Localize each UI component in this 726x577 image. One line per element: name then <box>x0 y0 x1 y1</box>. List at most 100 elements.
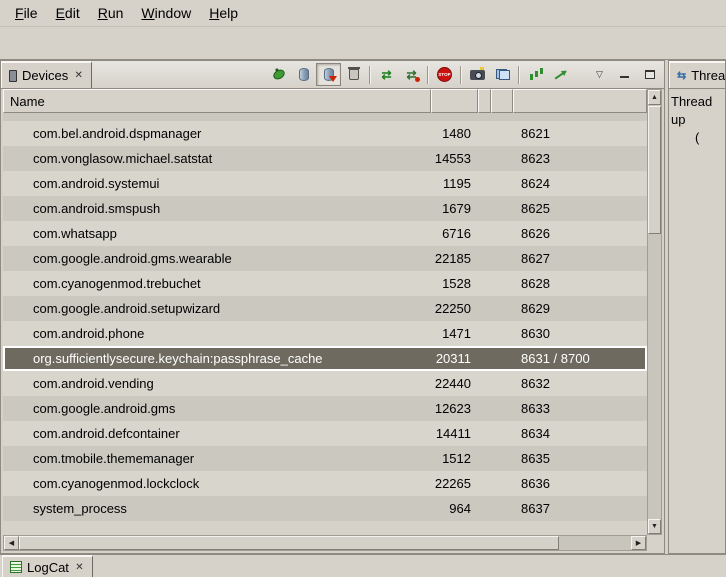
close-icon[interactable] <box>74 562 85 573</box>
pid-cell: 14411 <box>431 426 478 441</box>
table-row[interactable]: com.google.android.setupwizard222508629 <box>3 296 647 321</box>
bottom-bar: LogCat <box>0 554 726 577</box>
partial-row <box>3 113 647 121</box>
tab-devices[interactable]: Devices <box>1 61 92 88</box>
stop-process-icon[interactable]: STOP <box>432 63 457 86</box>
vertical-scroll-thumb[interactable] <box>648 106 661 234</box>
table-row[interactable]: com.android.vending224408632 <box>3 371 647 396</box>
port-cell: 8635 <box>513 451 647 466</box>
update-heap-icon[interactable] <box>291 63 316 86</box>
pid-cell: 20311 <box>431 351 478 366</box>
tab-logcat[interactable]: LogCat <box>2 555 93 577</box>
tab-logcat-label: LogCat <box>27 560 69 575</box>
table-row[interactable]: com.tmobile.thememanager15128635 <box>3 446 647 471</box>
menu-run[interactable]: Run <box>89 2 133 24</box>
pid-cell: 1195 <box>431 176 478 191</box>
table-row[interactable]: com.bel.android.dspmanager14808621 <box>3 121 647 146</box>
camera-icon <box>470 70 485 80</box>
device-icon <box>9 70 17 82</box>
scroll-up-icon[interactable] <box>648 90 661 105</box>
column-header-pid[interactable] <box>431 89 478 113</box>
scroll-right-icon[interactable] <box>631 536 646 550</box>
process-name-cell: com.android.smspush <box>3 201 431 216</box>
toolbar-separator <box>518 66 520 84</box>
port-cell: 8623 <box>513 151 647 166</box>
process-name-cell: com.android.defcontainer <box>3 426 431 441</box>
method-profiling-icon[interactable] <box>399 63 424 86</box>
trend-line-icon <box>555 70 567 79</box>
port-cell: 8628 <box>513 276 647 291</box>
port-cell: 8624 <box>513 176 647 191</box>
column-header-3[interactable] <box>478 89 491 113</box>
process-name-cell: com.android.systemui <box>3 176 431 191</box>
table-header: Name <box>3 89 647 113</box>
screen-capture-icon[interactable] <box>465 63 490 86</box>
dual-screen-icon[interactable] <box>490 63 515 86</box>
table-row[interactable]: com.android.phone14718630 <box>3 321 647 346</box>
column-header-name[interactable]: Name <box>3 89 431 113</box>
system-info-icon[interactable] <box>523 63 548 86</box>
chevron-down-icon <box>596 69 603 80</box>
menu-window[interactable]: Window <box>132 2 200 24</box>
tab-threads-label: Threa <box>691 68 725 83</box>
threads-message-line2: ( <box>671 129 723 147</box>
scroll-left-icon[interactable] <box>4 536 19 550</box>
displays-icon <box>496 69 510 80</box>
table-row[interactable]: com.android.smspush16798625 <box>3 196 647 221</box>
threads-icon <box>677 69 686 82</box>
table-body: com.bel.android.dspmanager14808621com.vo… <box>3 113 647 521</box>
network-stats-icon[interactable] <box>548 63 573 86</box>
profiling-arrows-icon <box>406 69 416 81</box>
menu-file[interactable]: File <box>6 2 47 24</box>
process-name-cell: com.google.android.setupwizard <box>3 301 431 316</box>
pid-cell: 22185 <box>431 251 478 266</box>
pid-cell: 1480 <box>431 126 478 141</box>
pid-cell: 1528 <box>431 276 478 291</box>
close-icon[interactable] <box>73 70 84 81</box>
horizontal-scrollbar[interactable] <box>3 535 647 551</box>
devices-panel: Devices STOP <box>0 60 665 554</box>
vertical-scrollbar[interactable] <box>647 89 662 535</box>
table-row[interactable]: com.cyanogenmod.trebuchet15288628 <box>3 271 647 296</box>
column-header-port[interactable] <box>513 89 647 113</box>
table-row[interactable]: com.vonglasow.michael.satstat145538623 <box>3 146 647 171</box>
update-threads-icon[interactable] <box>374 63 399 86</box>
table-row[interactable]: com.android.systemui1195 8624 <box>3 171 647 196</box>
port-cell: 8629 <box>513 301 647 316</box>
view-menu-icon[interactable] <box>587 63 612 86</box>
process-name-cell: com.whatsapp <box>3 226 431 241</box>
devices-toolbar: STOP <box>266 61 662 88</box>
table-row[interactable]: com.google.android.gms126238633 <box>3 396 647 421</box>
pid-cell: 1512 <box>431 451 478 466</box>
process-name-cell: com.bel.android.dspmanager <box>3 126 431 141</box>
debug-process-icon[interactable] <box>266 63 291 86</box>
tab-devices-label: Devices <box>22 68 68 83</box>
table-row[interactable]: com.google.android.gms.wearable221858627 <box>3 246 647 271</box>
menu-edit[interactable]: Edit <box>47 2 89 24</box>
logcat-icon <box>10 561 22 573</box>
table-row[interactable]: com.android.defcontainer144118634 <box>3 421 647 446</box>
tab-threads[interactable]: Threa <box>669 61 726 88</box>
table-row[interactable]: system_process9648637 <box>3 496 647 521</box>
table-row[interactable]: org.sufficientlysecure.keychain:passphra… <box>3 346 647 371</box>
horizontal-scroll-thumb[interactable] <box>19 536 559 550</box>
minimize-icon[interactable] <box>612 63 637 86</box>
menu-help[interactable]: Help <box>200 2 247 24</box>
process-name-cell: system_process <box>3 501 431 516</box>
port-cell: 8625 <box>513 201 647 216</box>
maximize-icon[interactable] <box>637 63 662 86</box>
minimize-glyph-icon <box>620 71 629 78</box>
bars-icon <box>529 68 542 81</box>
dump-hprof-icon[interactable] <box>316 63 341 86</box>
column-header-4[interactable] <box>491 89 513 113</box>
devices-tabbar: Devices STOP <box>1 61 664 89</box>
table-row[interactable]: com.whatsapp67168626 <box>3 221 647 246</box>
main-toolbar <box>0 26 726 60</box>
cause-gc-icon[interactable] <box>341 63 366 86</box>
pid-cell: 6716 <box>431 226 478 241</box>
menubar: File Edit Run Window Help <box>0 0 726 26</box>
port-cell: 8637 <box>513 501 647 516</box>
scroll-down-icon[interactable] <box>648 519 661 534</box>
pid-cell: 14553 <box>431 151 478 166</box>
table-row[interactable]: com.cyanogenmod.lockclock222658636 <box>3 471 647 496</box>
